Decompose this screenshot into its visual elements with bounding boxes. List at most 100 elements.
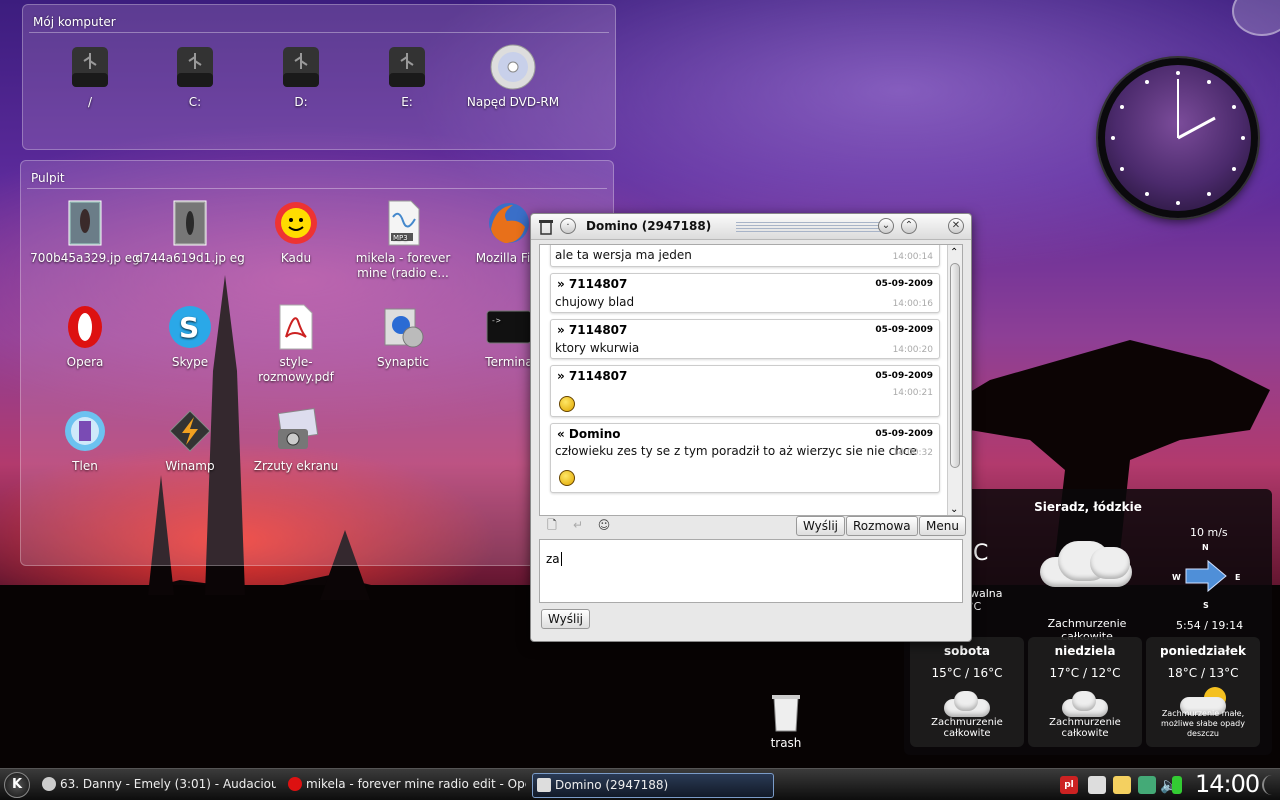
separator — [27, 188, 607, 189]
forecast-day-name: sobota — [943, 644, 991, 658]
desktop-item[interactable]: Tlen — [30, 407, 140, 474]
network-icon[interactable] — [1138, 776, 1156, 794]
image-thumb-icon — [166, 199, 214, 247]
clipboard-icon[interactable] — [1088, 776, 1106, 794]
drive-c[interactable]: C: — [140, 43, 250, 110]
desktop-item[interactable]: Synaptic — [348, 303, 458, 370]
desktop-item[interactable]: Zrzuty ekranu — [241, 407, 351, 474]
forecast-temps: 15°C / 16°C — [931, 666, 1003, 680]
desktop-item[interactable]: MP3 mikela - forever mine (radio e... — [348, 199, 458, 281]
drive-root[interactable]: / — [35, 43, 145, 110]
message-date: 05-09-2009 — [875, 371, 933, 381]
task-audacious[interactable]: 63. Danny - Emely (3:01) - Audacious — [38, 773, 276, 798]
usb-drive-icon — [66, 43, 114, 91]
minimize-button[interactable]: ⌄ — [878, 218, 894, 234]
usb-drive-icon — [277, 43, 325, 91]
tlen-window-icon — [539, 220, 553, 235]
message-input-text: za — [546, 552, 560, 566]
panel-toolbox-icon[interactable] — [1262, 775, 1278, 795]
notes-icon[interactable] — [1113, 776, 1131, 794]
task-label: Domino (2947188) — [555, 778, 669, 792]
window-menu-button[interactable]: · — [560, 218, 576, 234]
window-title: Domino (2947188) — [586, 219, 712, 233]
drive-d[interactable]: D: — [246, 43, 356, 110]
compass-s: S — [1203, 601, 1209, 610]
battery-icon[interactable] — [1172, 776, 1182, 794]
forecast-temps: 18°C / 13°C — [1167, 666, 1239, 680]
menu-button[interactable]: Menu — [919, 516, 966, 536]
dvd-drive[interactable]: Napęd DVD-RM — [458, 43, 568, 110]
trash[interactable]: trash — [760, 693, 812, 750]
image-thumb-icon — [61, 199, 109, 247]
analog-clock — [1098, 58, 1258, 218]
desktop-item[interactable]: d744a619d1.jp eg — [135, 199, 245, 266]
task-opera[interactable]: mikela - forever mine radio edit - Opera — [284, 773, 526, 798]
attach-file-icon[interactable]: 🗋 — [545, 518, 559, 532]
desktop-item[interactable]: S Skype — [135, 303, 245, 370]
drive-label: / — [87, 95, 93, 109]
opera-icon — [61, 303, 109, 351]
my-computer-panel: Mój komputer / C: D: E: Napęd DVD-RM — [22, 4, 616, 150]
scrollbar-thumb[interactable] — [950, 263, 960, 468]
desktop-item[interactable]: 700b45a329.jp eg — [30, 199, 140, 266]
screenshot-icon — [272, 407, 320, 455]
message-date: 05-09-2009 — [875, 429, 933, 439]
wind-arrow-icon — [1185, 559, 1227, 593]
item-label: mikela - forever mine (radio e... — [355, 251, 451, 280]
message-body: człowieku zes ty se z tym poradził to aż… — [555, 444, 917, 458]
item-label: Opera — [66, 355, 104, 369]
drive-label: E: — [401, 95, 413, 109]
desktop-item[interactable]: Winamp — [135, 407, 245, 474]
message-nick: » 7114807 — [557, 369, 628, 383]
scroll-up-icon[interactable]: ⌃ — [950, 247, 958, 258]
message-scrollbar[interactable]: ⌃ ⌄ — [947, 245, 962, 515]
trash-icon — [772, 695, 800, 732]
desktop-item[interactable]: Opera — [30, 303, 140, 370]
opera-icon — [288, 777, 302, 791]
forecast-day: poniedziałek 18°C / 13°C Zachmurzenie ma… — [1146, 637, 1260, 747]
forecast-day-name: poniedziałek — [1160, 644, 1246, 658]
message-nick: « Domino — [557, 427, 621, 441]
item-label: 700b45a329.jp eg — [30, 251, 140, 265]
drive-e[interactable]: E: — [352, 43, 462, 110]
item-label: Kadu — [280, 251, 312, 265]
message-body: ale ta wersja ma jeden — [555, 248, 692, 262]
forecast-temps: 17°C / 12°C — [1049, 666, 1121, 680]
svg-text:S: S — [179, 311, 199, 344]
text-cursor — [560, 552, 562, 566]
send-button[interactable]: Wyślij — [796, 516, 846, 536]
audacious-icon — [42, 777, 56, 791]
tlen-icon — [537, 778, 551, 792]
scroll-down-icon[interactable]: ⌄ — [950, 504, 958, 515]
message-time: 14:00:20 — [892, 345, 933, 355]
message-date: 05-09-2009 — [875, 325, 933, 335]
emoticon-picker-icon[interactable]: ☺ — [597, 518, 611, 532]
send-button-bottom[interactable]: Wyślij — [541, 609, 591, 629]
smiley-emoticon-icon — [559, 470, 575, 486]
desktop-toolbox-icon[interactable] — [1232, 0, 1280, 36]
desktop-item[interactable]: Kadu — [241, 199, 351, 266]
forecast-day: sobota 15°C / 16°C Zachmurzenie całkowit… — [910, 637, 1024, 747]
chat-message: » 7114807 05-09-2009 ktory wkurwia 14:00… — [550, 319, 940, 359]
task-domino-chat[interactable]: Domino (2947188) — [532, 773, 774, 798]
message-input[interactable]: za — [539, 539, 963, 603]
message-time: 14:00:21 — [892, 388, 933, 398]
message-history[interactable]: ale ta wersja ma jeden 14:00:14 » 711480… — [539, 244, 963, 516]
window-titlebar[interactable]: · Domino (2947188) ⌄ ⌃ ✕ — [531, 214, 971, 240]
item-label: d744a619d1.jp eg — [135, 251, 245, 265]
maximize-button[interactable]: ⌃ — [901, 218, 917, 234]
item-label: Synaptic — [377, 355, 429, 369]
close-button[interactable]: ✕ — [948, 218, 964, 234]
forecast-day: niedziela 17°C / 12°C Zachmurzenie całko… — [1028, 637, 1142, 747]
keyboard-layout-icon[interactable]: pl — [1060, 776, 1078, 794]
conversation-menu-button[interactable]: Rozmowa — [846, 516, 918, 536]
titlebar-decoration — [736, 222, 891, 232]
enter-icon[interactable]: ↵ — [571, 518, 585, 532]
sunrise-sunset: 5:54 / 19:14 — [1176, 619, 1244, 632]
desktop-item[interactable]: style- rozmowy.pdf — [241, 303, 351, 385]
compass-n: N — [1202, 543, 1209, 552]
taskbar-clock[interactable]: 14:00 — [1195, 770, 1260, 798]
message-time: 14:00:14 — [892, 252, 933, 262]
item-label: Skype — [171, 355, 209, 369]
kde-menu-icon[interactable]: K — [4, 772, 30, 798]
